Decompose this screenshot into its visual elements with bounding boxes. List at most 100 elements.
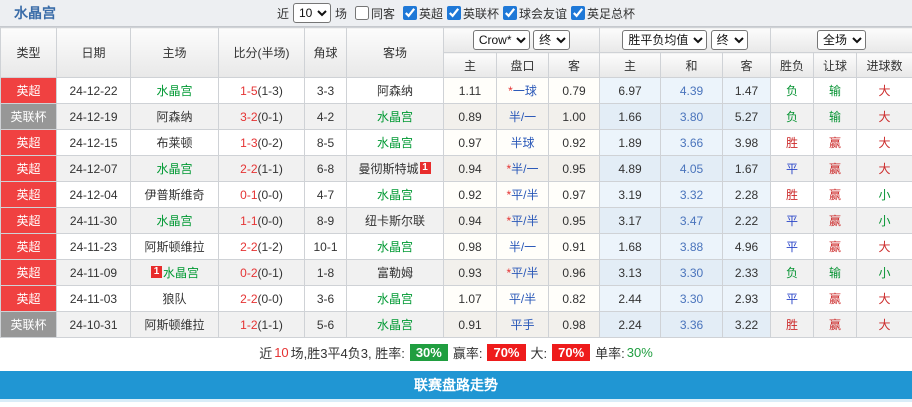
league-filter-checkbox[interactable]	[403, 6, 417, 20]
score-cell[interactable]: 0-1(0-0)	[219, 182, 305, 208]
away-team-link[interactable]: 阿森纳	[347, 78, 444, 104]
avg-home-odds: 2.44	[600, 286, 661, 312]
odds-home: 0.89	[444, 104, 497, 130]
handicap-value: 平/半	[509, 292, 536, 306]
away-team-link[interactable]: 曼彻斯特城1	[347, 156, 444, 182]
league-filter-text: 英联杯	[463, 5, 499, 22]
away-team-link[interactable]: 水晶宫	[347, 104, 444, 130]
fulltime-score: 2-2	[240, 240, 257, 254]
home-team-link[interactable]: 水晶宫	[131, 78, 219, 104]
match-row: 英超24-12-22水晶宫1-5(1-3)3-3阿森纳1.11*一球0.796.…	[1, 78, 912, 104]
league-filter-2[interactable]: 球会友谊	[499, 5, 567, 22]
odds-company-select[interactable]: Crow*	[473, 30, 530, 50]
odds-away: 0.98	[549, 312, 600, 338]
home-team-link[interactable]: 阿森纳	[131, 104, 219, 130]
match-date: 24-12-04	[57, 182, 131, 208]
score-cell[interactable]: 1-2(1-1)	[219, 312, 305, 338]
match-date: 24-12-07	[57, 156, 131, 182]
goals-outcome: 小	[857, 260, 912, 286]
avg-draw-odds: 3.88	[661, 234, 723, 260]
match-date: 24-12-15	[57, 130, 131, 156]
avg-odds-select[interactable]: 胜平负均值	[622, 30, 707, 50]
away-team-link[interactable]: 富勒姆	[347, 260, 444, 286]
avg-draw-odds: 3.66	[661, 130, 723, 156]
home-team-link[interactable]: 1水晶宫	[131, 260, 219, 286]
away-team-name: 曼彻斯特城	[358, 162, 418, 176]
scope-select[interactable]: 全场	[817, 30, 866, 50]
match-row: 英联杯24-12-19阿森纳3-2(0-1)4-2水晶宫0.89半/一1.001…	[1, 104, 912, 130]
score-cell[interactable]: 1-5(1-3)	[219, 78, 305, 104]
result-outcome: 胜	[771, 182, 814, 208]
away-team-link[interactable]: 水晶宫	[347, 286, 444, 312]
score-cell[interactable]: 2-2(0-0)	[219, 286, 305, 312]
match-count-select[interactable]: 10	[293, 3, 331, 23]
goals-outcome: 大	[857, 156, 912, 182]
avg-away-odds: 1.47	[723, 78, 771, 104]
home-team-link[interactable]: 伊普斯维奇	[131, 182, 219, 208]
summary-near: 近	[259, 343, 272, 362]
home-team-link[interactable]: 狼队	[131, 286, 219, 312]
top-filter-bar: 水晶宫 近 10 场 同客 英超英联杯球会友谊英足总杯	[0, 0, 912, 27]
odds-away: 0.96	[549, 260, 600, 286]
avg-home-odds: 1.68	[600, 234, 661, 260]
score-cell[interactable]: 2-2(1-1)	[219, 156, 305, 182]
home-team-link[interactable]: 阿斯顿维拉	[131, 312, 219, 338]
score-cell[interactable]: 1-3(0-2)	[219, 130, 305, 156]
league-type-badge: 英超	[1, 130, 57, 156]
corner-count: 8-9	[305, 208, 347, 234]
result-outcome: 平	[771, 156, 814, 182]
result-outcome: 负	[771, 78, 814, 104]
odds-home: 1.11	[444, 78, 497, 104]
handicap-outcome: 赢	[814, 312, 857, 338]
home-team-name: 布莱顿	[156, 136, 192, 150]
result-outcome: 负	[771, 260, 814, 286]
odds-home: 1.07	[444, 286, 497, 312]
win-rate-badge: 30%	[410, 344, 448, 361]
handicap-cell: *平/半	[497, 182, 549, 208]
score-cell[interactable]: 0-2(0-1)	[219, 260, 305, 286]
handicap-cell: 半球	[497, 130, 549, 156]
same-away-checkbox-label[interactable]: 同客	[351, 5, 395, 22]
handicap-value: 平/半	[511, 266, 538, 280]
home-team-link[interactable]: 布莱顿	[131, 130, 219, 156]
away-team-link[interactable]: 水晶宫	[347, 234, 444, 260]
corner-count: 3-6	[305, 286, 347, 312]
home-team-name: 水晶宫	[156, 162, 192, 176]
home-team-link[interactable]: 水晶宫	[131, 208, 219, 234]
league-filter-1[interactable]: 英联杯	[443, 5, 499, 22]
fulltime-score: 1-2	[240, 318, 257, 332]
avg-away-odds: 2.22	[723, 208, 771, 234]
away-team-link[interactable]: 水晶宫	[347, 182, 444, 208]
avg-home-odds: 1.66	[600, 104, 661, 130]
league-type-badge: 英超	[1, 234, 57, 260]
odds-state-select[interactable]: 终	[533, 30, 570, 50]
col-header-result: 胜负	[771, 53, 814, 78]
home-team-name: 阿森纳	[156, 110, 192, 124]
league-filter-checkbox[interactable]	[503, 6, 517, 20]
score-cell[interactable]: 3-2(0-1)	[219, 104, 305, 130]
away-team-link[interactable]: 水晶宫	[347, 130, 444, 156]
same-away-checkbox[interactable]	[355, 6, 369, 20]
home-team-name: 伊普斯维奇	[144, 188, 204, 202]
corner-count: 1-8	[305, 260, 347, 286]
match-date: 24-11-03	[57, 286, 131, 312]
fulltime-score: 1-5	[240, 84, 257, 98]
home-team-link[interactable]: 水晶宫	[131, 156, 219, 182]
handicap-outcome: 赢	[814, 156, 857, 182]
score-cell[interactable]: 2-2(1-2)	[219, 234, 305, 260]
away-team-link[interactable]: 水晶宫	[347, 312, 444, 338]
league-filter-0[interactable]: 英超	[399, 5, 443, 22]
score-cell[interactable]: 1-1(0-0)	[219, 208, 305, 234]
league-filter-checkbox[interactable]	[447, 6, 461, 20]
home-team-link[interactable]: 阿斯顿维拉	[131, 234, 219, 260]
league-filter-3[interactable]: 英足总杯	[567, 5, 635, 22]
avg-state-select[interactable]: 终	[711, 30, 748, 50]
away-team-link[interactable]: 纽卡斯尔联	[347, 208, 444, 234]
match-date: 24-11-30	[57, 208, 131, 234]
handicap-outcome: 输	[814, 104, 857, 130]
halftime-score: (1-1)	[258, 318, 283, 332]
avg-draw-odds: 3.30	[661, 286, 723, 312]
handicap-cell: 平手	[497, 312, 549, 338]
league-filter-checkbox[interactable]	[571, 6, 585, 20]
halftime-score: (0-1)	[258, 110, 283, 124]
